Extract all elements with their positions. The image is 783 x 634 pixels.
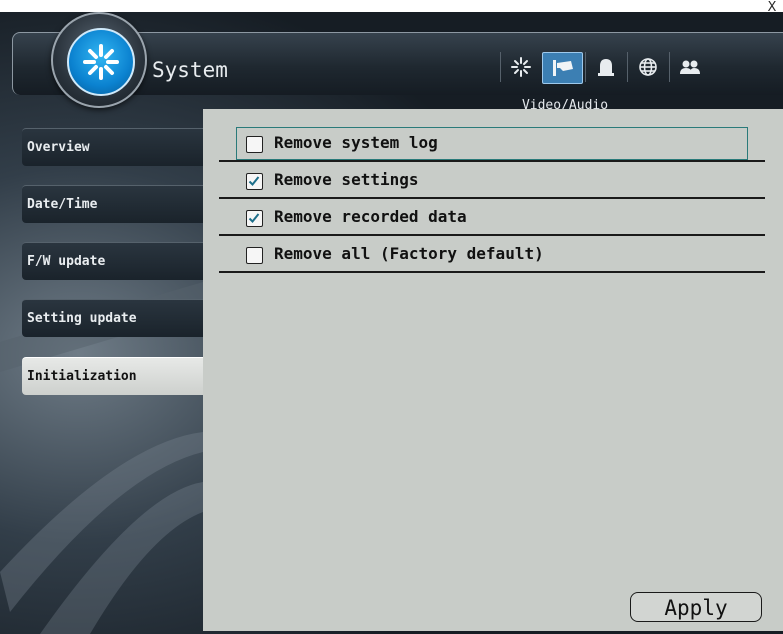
sidebar-item-date-time[interactable]: Date/Time	[22, 185, 203, 223]
apply-button[interactable]: Apply	[630, 592, 762, 622]
sparkle-icon	[83, 44, 119, 80]
option-label: Remove all (Factory default)	[274, 244, 544, 263]
alarm-icon	[597, 59, 614, 76]
checkbox-remove-system-log[interactable]	[246, 136, 263, 153]
checkbox-remove-all[interactable]	[246, 247, 263, 264]
checkbox-remove-settings[interactable]	[246, 173, 263, 190]
checkmark-icon	[248, 176, 260, 186]
header-tabs	[500, 52, 711, 88]
option-label: Remove settings	[274, 170, 419, 189]
option-row-remove-recorded-data[interactable]: Remove recorded data	[219, 201, 765, 236]
system-window: System Video/Audio Overview Date/Time F/…	[0, 12, 783, 634]
tab-system[interactable]	[500, 52, 540, 82]
sparkle-icon	[510, 57, 531, 77]
tab-event[interactable]	[585, 52, 625, 82]
sidebar-item-overview[interactable]: Overview	[22, 128, 203, 166]
option-label: Remove system log	[274, 133, 438, 152]
system-logo	[51, 12, 147, 108]
sidebar-item-fw-update[interactable]: F/W update	[22, 242, 203, 280]
globe-icon	[638, 58, 657, 76]
content-panel: Remove system log Remove settings Remove…	[203, 109, 783, 631]
tab-network[interactable]	[627, 52, 667, 82]
tab-users[interactable]	[669, 52, 709, 82]
window-title: System	[152, 58, 228, 82]
sidebar-item-initialization[interactable]: Initialization	[22, 357, 203, 395]
camera-icon	[552, 60, 573, 76]
users-icon	[679, 60, 700, 74]
sidebar-item-setting-update[interactable]: Setting update	[22, 299, 203, 337]
option-row-remove-system-log[interactable]: Remove system log	[219, 127, 765, 162]
option-row-remove-all[interactable]: Remove all (Factory default)	[219, 238, 765, 273]
checkmark-icon	[248, 213, 260, 223]
tab-video-audio[interactable]	[542, 52, 583, 84]
option-label: Remove recorded data	[274, 207, 467, 226]
option-row-remove-settings[interactable]: Remove settings	[219, 164, 765, 199]
checkbox-remove-recorded-data[interactable]	[246, 210, 263, 227]
